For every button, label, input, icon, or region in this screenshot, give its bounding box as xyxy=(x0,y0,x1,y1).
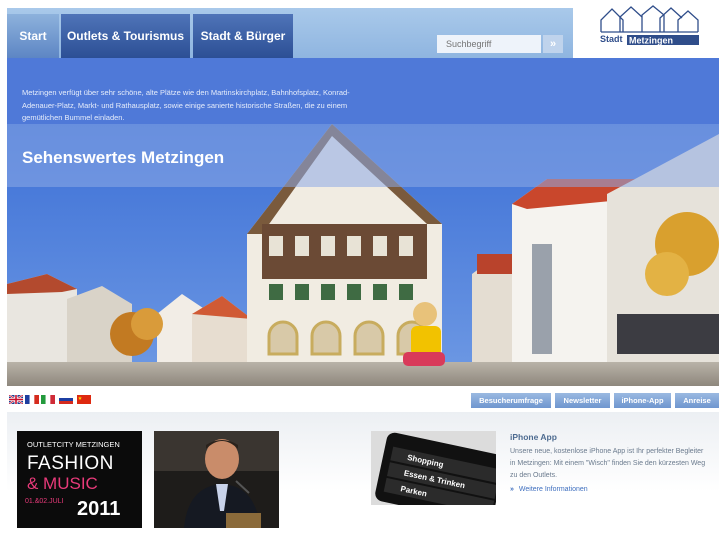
svg-text:Metzingen: Metzingen xyxy=(629,36,673,46)
intro-text: Metzingen verfügt über sehr schöne, alte… xyxy=(22,88,350,122)
russian-flag[interactable] xyxy=(59,395,73,404)
svg-text:2011: 2011 xyxy=(77,498,120,520)
search-button[interactable]: » xyxy=(543,35,563,53)
chinese-flag[interactable] xyxy=(77,395,91,404)
svg-text:01.&02.JULI: 01.&02.JULI xyxy=(25,498,64,505)
newsletter-button[interactable]: Newsletter xyxy=(555,393,610,408)
svg-text:FASHION: FASHION xyxy=(27,453,114,474)
hero-title: Sehenswertes Metzingen xyxy=(22,148,225,167)
stadt-metzingen-logo[interactable]: Stadt Metzingen xyxy=(598,5,701,47)
svg-text:OUTLETCITY METZINGEN: OUTLETCITY METZINGEN xyxy=(27,440,120,449)
search-input[interactable] xyxy=(437,35,541,53)
anreise-button[interactable]: Anreise xyxy=(675,393,719,408)
iphone-app-description: Unsere neue, kostenlose iPhone App ist I… xyxy=(510,448,706,479)
svg-text:Stadt: Stadt xyxy=(600,34,623,44)
svg-text:& MUSIC: & MUSIC xyxy=(27,474,98,493)
tab-outlets-tourismus[interactable]: Outlets & Tourismus xyxy=(61,14,190,58)
french-flag[interactable] xyxy=(25,395,39,404)
english-flag[interactable] xyxy=(9,395,23,404)
weitere-informationen-label: Weitere Informationen xyxy=(518,486,588,493)
italian-flag[interactable] xyxy=(41,395,55,404)
iphone-app-title: iPhone App xyxy=(510,432,557,442)
weitere-informationen-link[interactable]: » Weitere Informationen xyxy=(510,486,588,493)
double-chevron-icon: » xyxy=(510,486,514,493)
fashion-music-promo[interactable]: OUTLETCITY METZINGEN FASHION & MUSIC 01.… xyxy=(17,431,142,528)
besucherumfrage-button[interactable]: Besucherumfrage xyxy=(471,393,551,408)
iphone-app-screenshot[interactable]: Shopping Essen & Trinken Parken xyxy=(371,431,496,505)
tab-start[interactable]: Start xyxy=(7,14,59,58)
iphone-app-button[interactable]: iPhone-App xyxy=(614,393,671,408)
tab-stadt-buerger[interactable]: Stadt & Bürger xyxy=(193,14,293,58)
speaker-photo-promo[interactable] xyxy=(154,431,279,528)
